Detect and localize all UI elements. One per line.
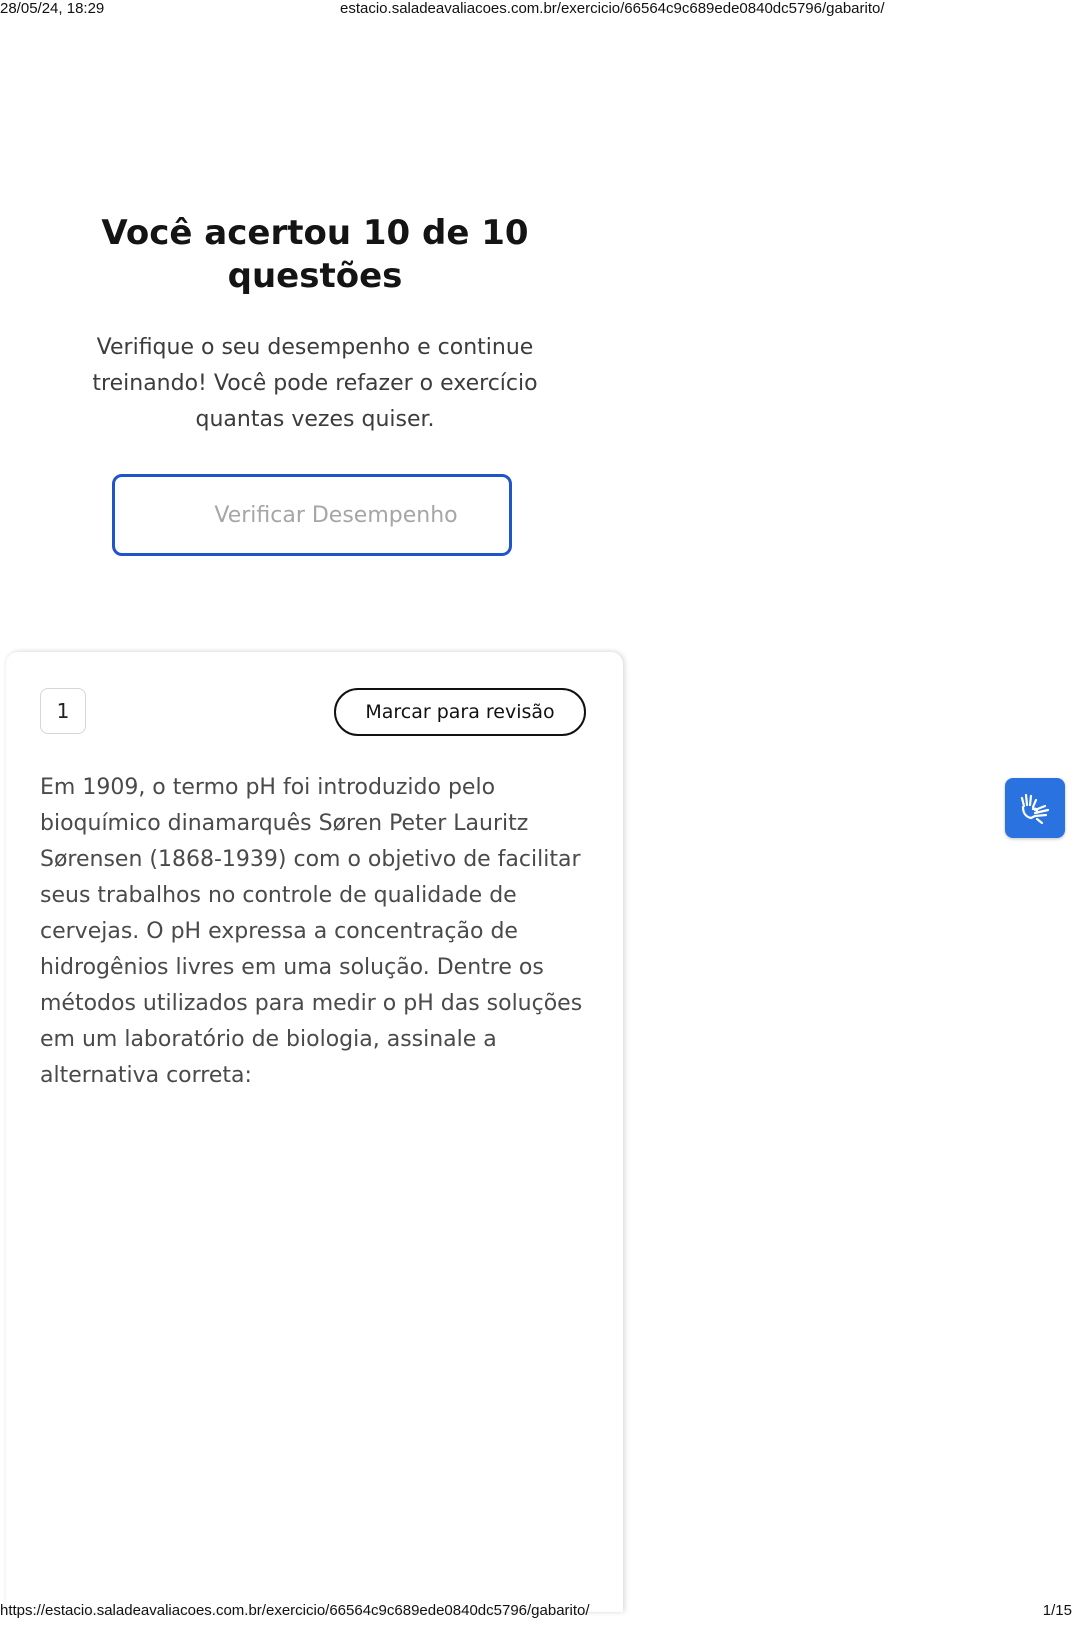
sign-language-accessibility-button[interactable] — [1005, 778, 1065, 838]
result-title: Você acertou 10 de 10 questões — [101, 213, 529, 296]
print-page-number: 1/15 — [1042, 1602, 1072, 1619]
question-statement: Em 1909, o termo pH foi introduzido pelo… — [40, 775, 583, 1088]
result-subtitle: Verifique o seu desempenho e continue tr… — [92, 335, 538, 432]
question-number-badge: 1 — [40, 688, 86, 734]
print-url: https://estacio.saladeavaliacoes.com.br/… — [0, 1602, 590, 1619]
question-card: 1 Marcar para revisão Em 1909, o termo p… — [6, 652, 623, 1612]
mark-for-review-button[interactable]: Marcar para revisão — [334, 688, 586, 736]
sign-language-hands-icon — [1020, 793, 1050, 825]
print-footer: https://estacio.saladeavaliacoes.com.br/… — [0, 1602, 1088, 1622]
verify-performance-button[interactable]: Verificar Desempenho — [112, 474, 512, 556]
print-header: 28/05/24, 18:29 estacio.saladeavaliacoes… — [0, 0, 1088, 18]
verify-performance-label: Verificar Desempenho — [214, 502, 458, 528]
print-date: 28/05/24, 18:29 — [0, 0, 105, 17]
print-page-title: estacio.saladeavaliacoes.com.br/exercici… — [340, 0, 885, 17]
mark-for-review-label: Marcar para revisão — [365, 701, 555, 723]
